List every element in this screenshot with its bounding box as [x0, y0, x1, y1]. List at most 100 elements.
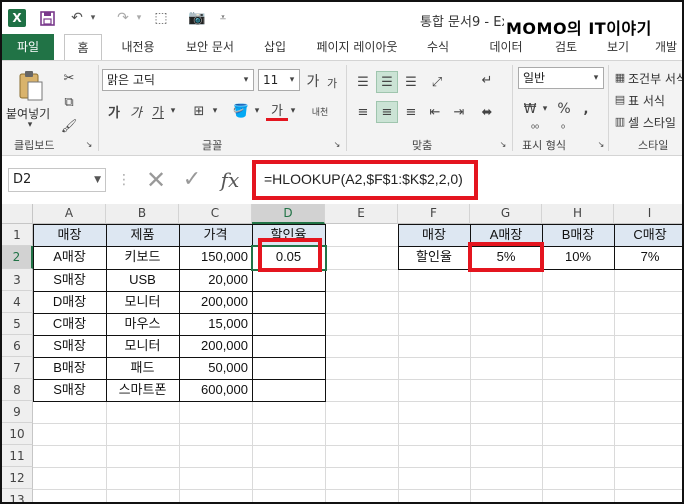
column-header-g[interactable]: G: [470, 204, 542, 224]
tab-home[interactable]: 홈: [64, 34, 102, 61]
row-header-12[interactable]: 12: [2, 467, 33, 489]
font-launcher-icon[interactable]: ↘: [332, 139, 342, 149]
cell-styles-icon[interactable]: ▥: [612, 113, 628, 129]
copy-icon[interactable]: ⧉: [58, 91, 80, 113]
tab-view[interactable]: 보기: [600, 34, 636, 60]
row-header-3[interactable]: 3: [2, 269, 33, 291]
number-launcher-icon[interactable]: ↘: [596, 139, 606, 149]
decrease-decimal-icon[interactable]: ⁰: [552, 121, 574, 137]
conditional-format-button[interactable]: 조건부 서식: [628, 70, 682, 87]
camera-icon[interactable]: 📷: [186, 9, 208, 27]
select-all-corner[interactable]: [2, 204, 33, 224]
align-center-icon[interactable]: ≡: [376, 101, 398, 123]
align-middle-icon[interactable]: ☰: [376, 71, 398, 93]
number-format-dropdown-icon[interactable]: ▾: [590, 69, 602, 87]
row-header-6[interactable]: 6: [2, 335, 33, 357]
column-header-c[interactable]: C: [179, 204, 252, 224]
row-header-5[interactable]: 5: [2, 313, 33, 335]
currency-dropdown-icon[interactable]: ▾: [540, 99, 550, 119]
select-object-icon[interactable]: ⬚: [150, 9, 172, 27]
column-header-i[interactable]: I: [614, 204, 682, 224]
format-as-table-icon[interactable]: ▤: [612, 91, 628, 107]
fill-color-icon[interactable]: 🪣: [230, 101, 252, 121]
comma-style-icon[interactable]: ,: [576, 99, 596, 119]
row-header-8[interactable]: 8: [2, 379, 33, 401]
align-top-icon[interactable]: ☰: [352, 71, 374, 93]
undo-dropdown-icon[interactable]: ▾: [88, 9, 98, 27]
formula-bar-grip-icon: ⋮: [117, 172, 131, 188]
align-left-icon[interactable]: ≡: [352, 101, 374, 123]
tab-page-layout[interactable]: 페이지 레이아웃: [308, 34, 406, 60]
name-box[interactable]: D2 ▼: [8, 168, 106, 192]
tab-developer[interactable]: 개발: [650, 34, 682, 60]
italic-button[interactable]: 가: [128, 101, 144, 121]
increase-decimal-icon[interactable]: ⁰⁰: [524, 121, 546, 137]
tab-review[interactable]: 검토: [548, 34, 584, 60]
tab-data[interactable]: 데이터: [482, 34, 530, 60]
redo-icon[interactable]: ↷: [112, 9, 134, 27]
font-name-select[interactable]: 맑은 고딕: [102, 69, 254, 91]
conditional-format-icon[interactable]: ▦: [612, 69, 628, 85]
tab-secure-doc[interactable]: 보안 문서: [178, 34, 242, 60]
font-color-button[interactable]: 가: [266, 101, 288, 121]
align-bottom-icon[interactable]: ☰: [400, 71, 422, 93]
merge-center-icon[interactable]: ⬌: [474, 101, 500, 123]
redo-dropdown-icon[interactable]: ▾: [134, 9, 144, 27]
column-header-e[interactable]: E: [325, 204, 398, 224]
tab-insert[interactable]: 삽입: [256, 34, 294, 60]
currency-icon[interactable]: ₩: [520, 99, 540, 119]
gridline: [33, 445, 682, 446]
row-header-9[interactable]: 9: [2, 401, 33, 423]
table-line: [33, 357, 326, 358]
row-header-10[interactable]: 10: [2, 423, 33, 445]
row-header-13[interactable]: 13: [2, 489, 33, 502]
tab-personal[interactable]: 내전용: [112, 34, 164, 60]
customize-quick-access-icon[interactable]: ⩡: [216, 9, 230, 27]
format-as-table-button[interactable]: 표 서식: [628, 92, 665, 109]
paste-icon[interactable]: [16, 69, 46, 103]
underline-button[interactable]: 가: [150, 101, 166, 121]
row-header-1[interactable]: 1: [2, 224, 33, 246]
phonetic-button[interactable]: 내천: [306, 101, 334, 121]
row-header-7[interactable]: 7: [2, 357, 33, 379]
enter-icon[interactable]: ✓: [180, 166, 204, 194]
indent-increase-icon[interactable]: ⇥: [448, 101, 470, 123]
bold-button[interactable]: 가: [106, 101, 122, 121]
row-header-4[interactable]: 4: [2, 291, 33, 313]
row-header-2[interactable]: 2: [2, 246, 33, 269]
paste-dropdown-icon[interactable]: ▾: [6, 119, 54, 131]
borders-icon[interactable]: ⊞: [188, 101, 210, 121]
fill-color-dropdown-icon[interactable]: ▾: [252, 101, 262, 121]
cancel-icon[interactable]: ✕: [144, 166, 168, 194]
shrink-font-icon[interactable]: 가: [324, 73, 340, 93]
column-header-b[interactable]: B: [106, 204, 179, 224]
font-name-dropdown-icon[interactable]: ▾: [240, 71, 252, 89]
font-color-dropdown-icon[interactable]: ▾: [288, 101, 298, 121]
spreadsheet-grid[interactable]: A B C D E F G H I 1 2 3 4 5 6 7 8 9 10 1…: [2, 204, 682, 502]
save-icon[interactable]: [36, 9, 58, 27]
column-header-f[interactable]: F: [398, 204, 470, 224]
tab-formulas[interactable]: 수식: [420, 34, 456, 60]
column-header-a[interactable]: A: [33, 204, 106, 224]
cell-styles-button[interactable]: 셀 스타일: [628, 114, 676, 131]
undo-icon[interactable]: ↶: [66, 9, 88, 27]
orientation-icon[interactable]: ⤢: [424, 69, 450, 95]
alignment-launcher-icon[interactable]: ↘: [498, 139, 508, 149]
insert-function-button[interactable]: fx: [218, 166, 242, 194]
align-right-icon[interactable]: ≡: [400, 101, 422, 123]
font-size-dropdown-icon[interactable]: ▾: [286, 71, 298, 89]
name-box-dropdown-icon[interactable]: ▼: [94, 169, 101, 191]
column-header-d[interactable]: D: [252, 204, 325, 224]
tab-file[interactable]: 파일: [2, 34, 54, 60]
underline-dropdown-icon[interactable]: ▾: [168, 101, 178, 121]
cut-icon[interactable]: ✂: [58, 67, 80, 89]
format-painter-icon[interactable]: 🖌: [58, 115, 80, 137]
borders-dropdown-icon[interactable]: ▾: [210, 101, 220, 121]
percent-button[interactable]: %: [554, 99, 574, 119]
column-header-h[interactable]: H: [542, 204, 614, 224]
wrap-text-icon[interactable]: ↵: [474, 69, 500, 91]
row-header-11[interactable]: 11: [2, 445, 33, 467]
indent-decrease-icon[interactable]: ⇤: [424, 101, 446, 123]
clipboard-launcher-icon[interactable]: ↘: [84, 139, 94, 149]
grow-font-icon[interactable]: 가: [304, 71, 322, 91]
